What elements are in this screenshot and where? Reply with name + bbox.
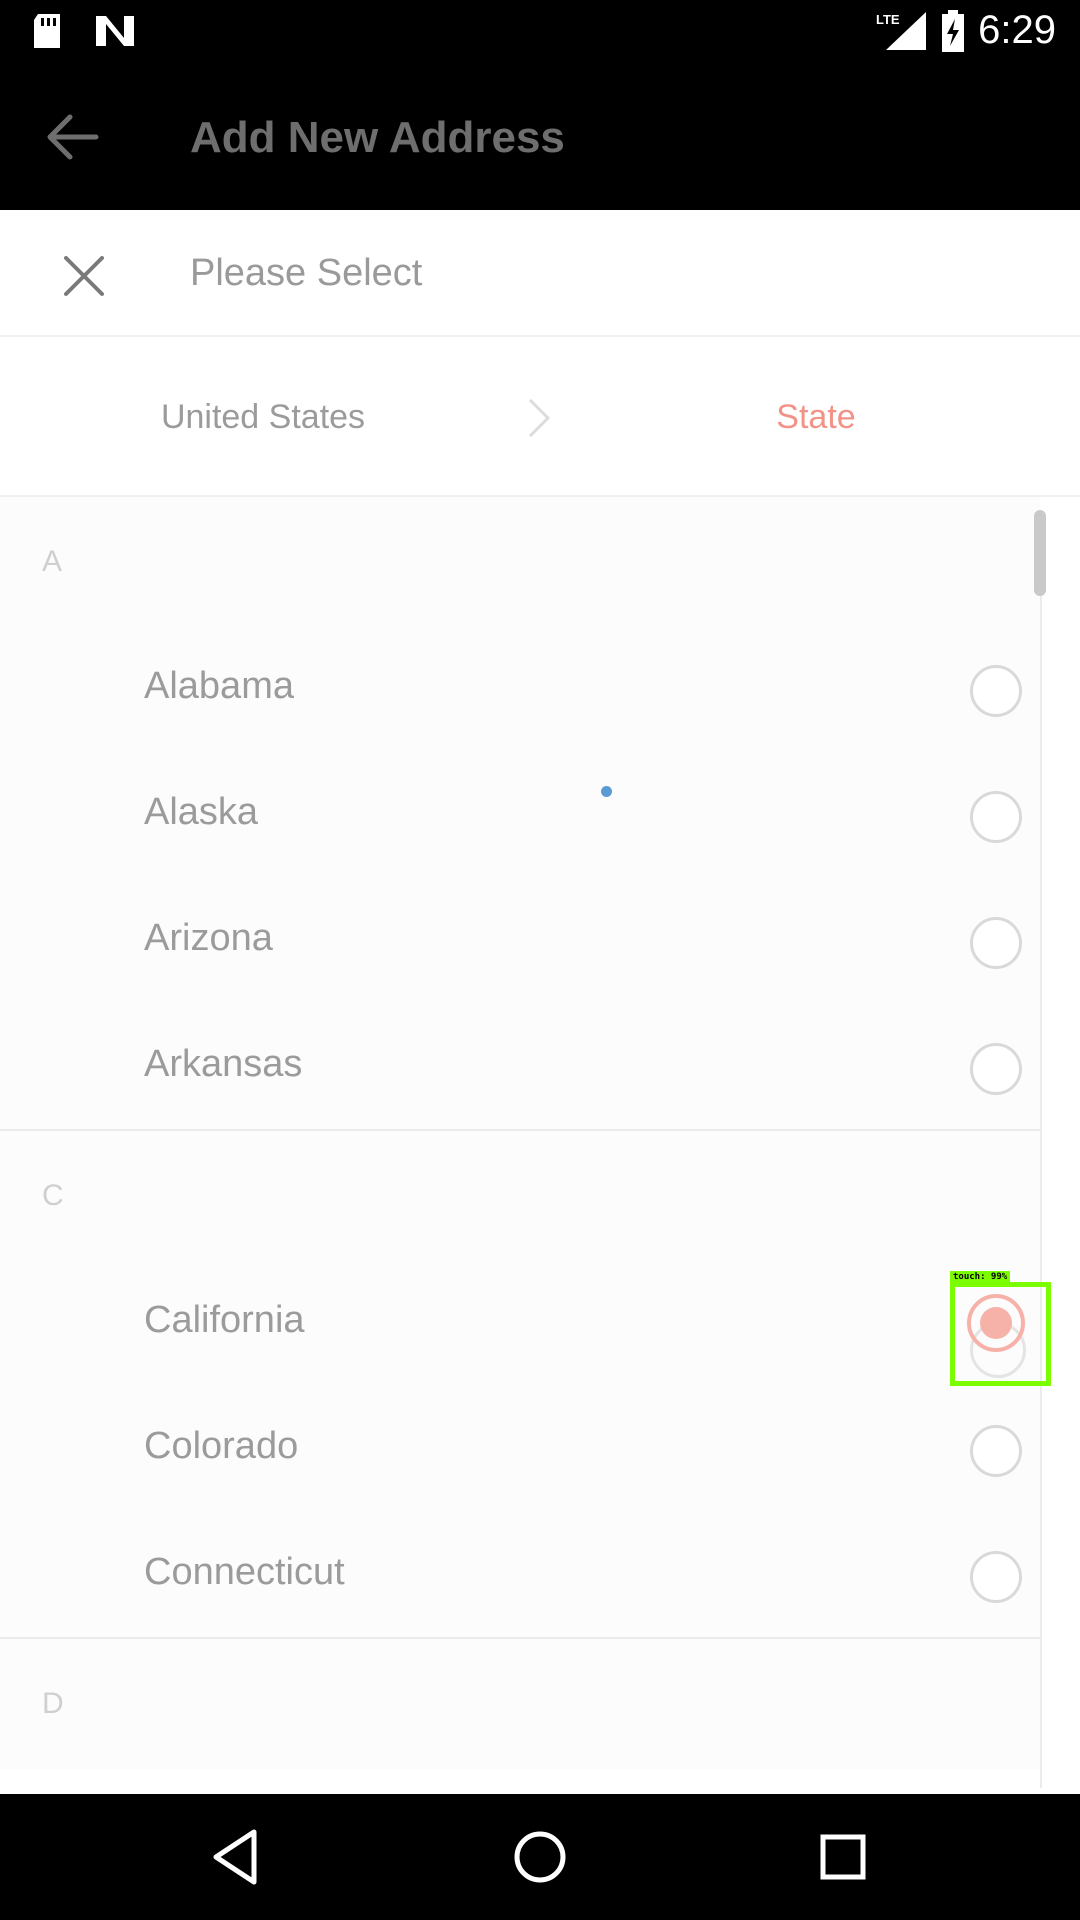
status-bar: LTE 6:29 (0, 0, 1080, 63)
state-label: Connecticut (144, 1551, 345, 1593)
chevron-right-icon (528, 398, 551, 438)
radio-button[interactable] (970, 917, 1022, 969)
lte-signal-icon: LTE (876, 11, 927, 50)
section-header-a: A (0, 497, 1040, 627)
radio-button[interactable] (970, 1425, 1022, 1477)
sheet-header: Please Select (0, 210, 1080, 337)
section-letter: A (42, 545, 63, 578)
status-right: LTE 6:29 (874, 8, 1056, 53)
scrollbar-thumb[interactable] (1034, 510, 1046, 596)
app-bar: Add New Address (0, 63, 1080, 210)
breadcrumb-state[interactable]: State (552, 337, 1080, 497)
page-title: Add New Address (190, 113, 565, 162)
touch-detection-box (950, 1282, 1051, 1386)
sd-card-icon (34, 14, 60, 48)
section-header-c: C (0, 1131, 1040, 1261)
status-time: 6:29 (978, 8, 1056, 52)
touch-detection-label: touch: 99% (950, 1271, 1011, 1283)
region-selector-sheet: Please Select United States State A Alab… (0, 210, 1080, 1794)
list-item[interactable]: Arkansas (0, 1005, 1040, 1131)
battery-charging-icon (942, 9, 965, 52)
back-triangle-icon[interactable] (204, 1824, 270, 1890)
section-header-d: D (0, 1639, 1040, 1769)
state-label: California (144, 1299, 305, 1341)
n-logo-icon (96, 16, 134, 46)
sheet-title: Please Select (190, 252, 423, 294)
section-letter: C (42, 1179, 64, 1212)
radio-button[interactable] (970, 791, 1022, 843)
state-label: Alabama (144, 665, 294, 707)
radio-button[interactable] (970, 1551, 1022, 1603)
home-circle-icon[interactable] (507, 1824, 573, 1890)
state-label: Colorado (144, 1425, 299, 1467)
arrow-left-icon[interactable] (44, 111, 100, 163)
list-item[interactable]: Alaska (0, 753, 1040, 879)
scrollbar-track[interactable] (1040, 510, 1042, 1788)
state-label: Alaska (144, 791, 259, 833)
list-item[interactable]: California (0, 1261, 1040, 1387)
list-item[interactable]: Colorado (0, 1387, 1040, 1513)
breadcrumb-country[interactable]: United States (0, 337, 526, 497)
state-list: A Alabama Alaska Arizona Arkansas C Cali… (0, 497, 1040, 1769)
recents-square-icon[interactable] (810, 1824, 876, 1890)
state-label: Arizona (144, 917, 273, 959)
close-icon[interactable] (62, 254, 106, 298)
list-item[interactable]: Connecticut (0, 1513, 1040, 1639)
list-item[interactable]: Alabama (0, 627, 1040, 753)
breadcrumb: United States State (0, 337, 1080, 497)
svg-text:LTE: LTE (876, 12, 900, 27)
system-nav-bar (0, 1794, 1080, 1920)
radio-button[interactable] (970, 665, 1022, 717)
radio-button[interactable] (970, 1043, 1022, 1095)
list-item[interactable]: Arizona (0, 879, 1040, 1005)
touch-point-dot (601, 786, 612, 797)
state-label: Arkansas (144, 1043, 303, 1085)
status-left (30, 12, 136, 50)
section-letter: D (42, 1687, 64, 1720)
